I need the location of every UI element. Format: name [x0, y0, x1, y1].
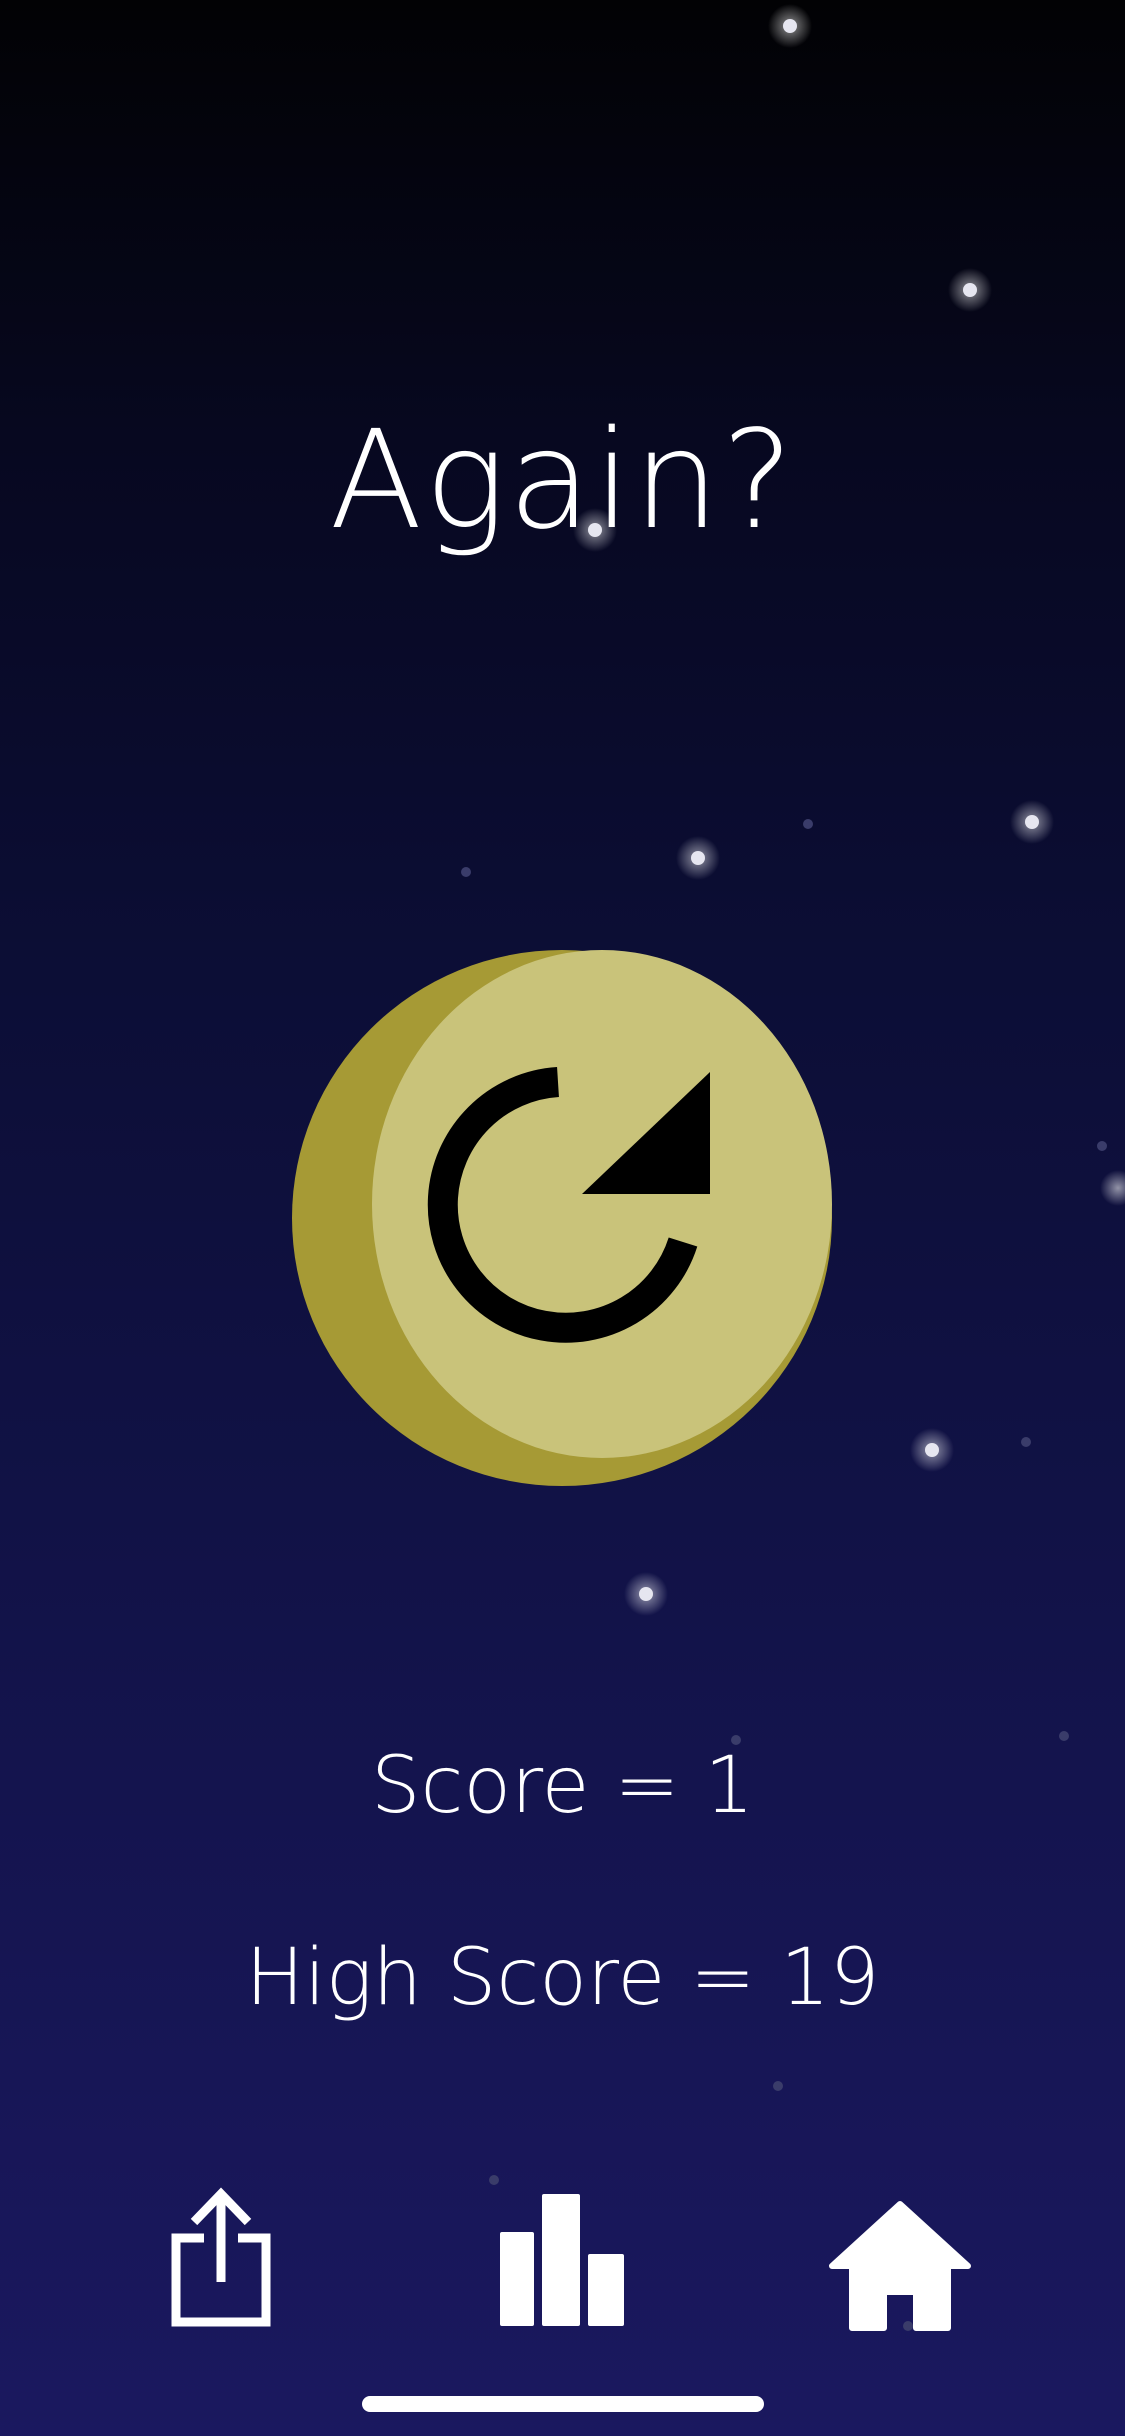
- replay-button[interactable]: [292, 950, 832, 1486]
- home-button[interactable]: [828, 2200, 972, 2332]
- share-icon: [171, 2187, 271, 2327]
- game-over-screen: Again? Score = 1 High Score = 19: [0, 0, 1125, 2436]
- page-title: Again?: [329, 402, 796, 560]
- replay-arrow-icon: [292, 950, 832, 1486]
- score-label: Score = 1: [370, 1741, 755, 1831]
- bar-chart-icon: [500, 2194, 624, 2326]
- home-indicator[interactable]: [362, 2396, 764, 2412]
- leaderboard-button[interactable]: [498, 2192, 628, 2328]
- high-score-label: High Score = 19: [245, 1933, 880, 2023]
- home-icon: [829, 2201, 971, 2331]
- share-button[interactable]: [170, 2186, 274, 2328]
